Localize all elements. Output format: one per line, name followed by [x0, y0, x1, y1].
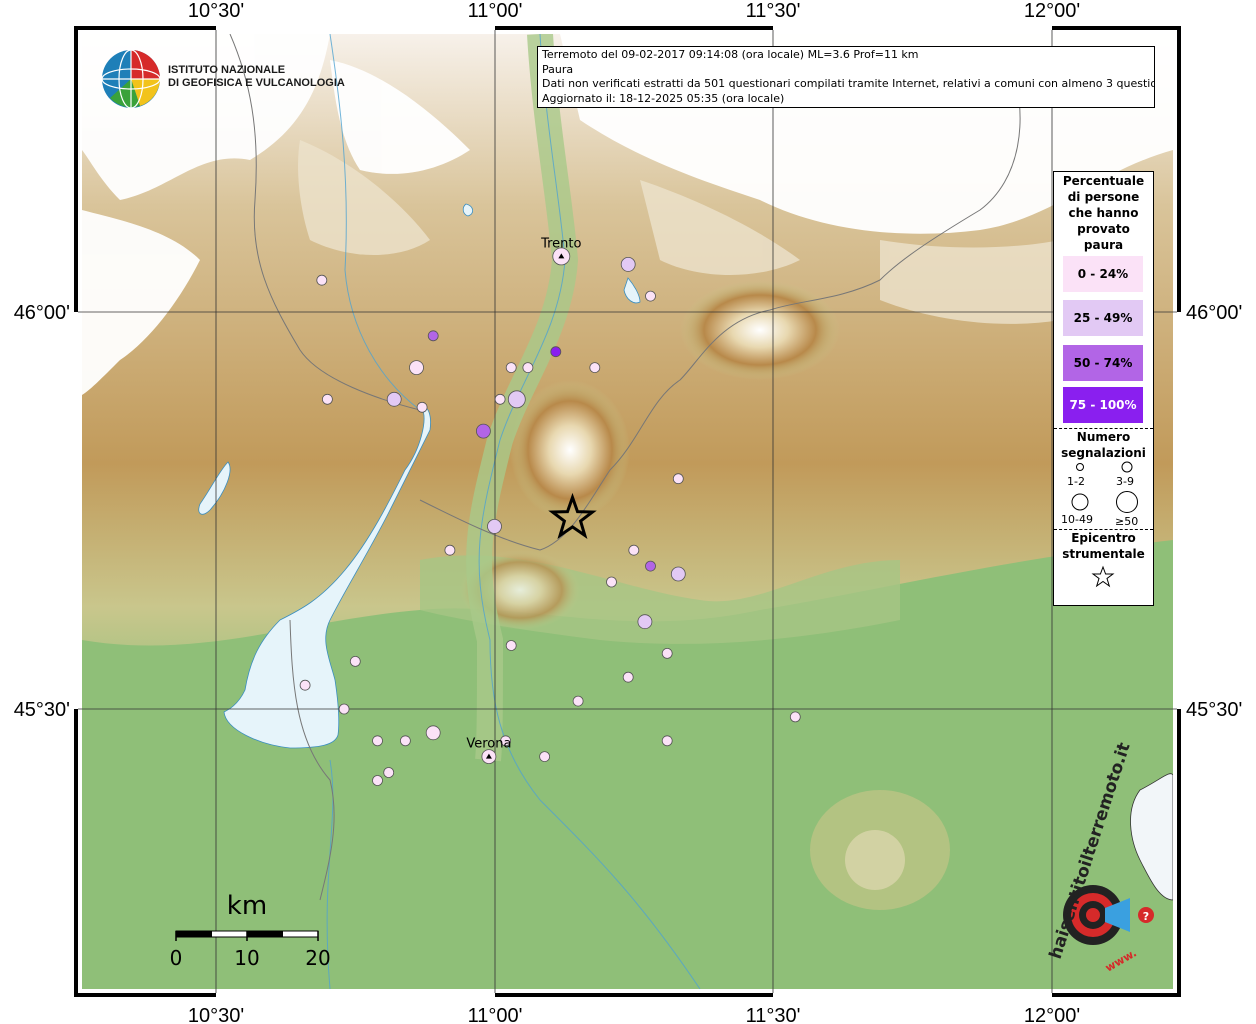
- legend-title-line: provato: [1077, 222, 1130, 236]
- municipality-point: [475, 423, 491, 439]
- legend-class-3: 75 - 100%: [1063, 387, 1143, 423]
- legend-epicenter-line: Epicentro: [1071, 531, 1136, 545]
- place-label: Verona: [466, 737, 511, 752]
- municipality-point: [444, 544, 456, 556]
- lon-label-bottom: 10°30': [188, 1005, 244, 1024]
- municipality-point: [672, 473, 684, 485]
- municipality-point: [589, 362, 601, 374]
- lon-label-top: 10°30': [188, 0, 244, 22]
- ingv-logo-text: ISTITUTO NAZIONALE DI GEOFISICA E VULCAN…: [168, 64, 345, 90]
- legend-count-title: Numero segnalazioni: [1054, 429, 1153, 461]
- municipality-point: [622, 671, 634, 683]
- municipality-point: [572, 695, 584, 707]
- legend-title-line: Percentuale: [1062, 174, 1145, 188]
- lon-label-top: 12°00': [1024, 0, 1080, 22]
- legend-epicenter-title: Epicentro strumentale: [1054, 530, 1153, 562]
- municipality-point: [507, 390, 526, 409]
- legend-title-line: che hanno: [1068, 206, 1139, 220]
- place-label: Trento: [540, 236, 581, 251]
- scale-tick: 0: [170, 946, 183, 970]
- lat-label-right: 46°00': [1186, 302, 1242, 324]
- data-note-line: Dati non verificati estratti da 501 ques…: [542, 77, 1155, 90]
- municipality-point: [299, 679, 311, 691]
- event-info-box: Terremoto del 09-02-2017 09:14:08 (ora l…: [537, 46, 1155, 108]
- event-line: Terremoto del 09-02-2017 09:14:08 (ora l…: [542, 48, 919, 61]
- scale-tick: 20: [305, 946, 330, 970]
- question-line: Paura: [542, 62, 574, 76]
- municipality-point: [383, 767, 395, 778]
- terrain-layer: [82, 34, 1173, 989]
- municipality-point: [661, 735, 673, 747]
- municipality-point: [539, 751, 550, 762]
- municipality-point: [550, 346, 562, 358]
- municipality-point: [637, 614, 653, 630]
- municipality-point: [427, 330, 439, 342]
- lat-label-left: 45°30': [14, 699, 70, 721]
- legend-epicenter-line: strumentale: [1062, 547, 1145, 561]
- legend-title-line: paura: [1083, 238, 1124, 252]
- lon-label-bottom: 11°30': [746, 1005, 801, 1024]
- municipality-point: [425, 725, 441, 741]
- lat-label-left: 46°00': [14, 302, 70, 324]
- legend-count-2: 3-9: [1116, 475, 1134, 488]
- municipality-point: [606, 576, 617, 588]
- lon-label-top: 11°30': [746, 0, 801, 22]
- municipality-point: [505, 640, 517, 651]
- legend-count-title-line: Numero: [1076, 430, 1131, 444]
- municipality-point: [620, 256, 636, 272]
- municipality-point: [645, 560, 656, 572]
- municipality-point: [789, 711, 801, 723]
- updated-line: Aggiornato il: 18-12-2025 05:35 (ora loc…: [542, 91, 785, 105]
- scale-unit: km: [227, 891, 267, 921]
- legend-title-line: di persone: [1067, 190, 1140, 204]
- ingv-line2: DI GEOFISICA E VULCANOLOGIA: [168, 77, 345, 89]
- legend-class-0: 0 - 24%: [1063, 256, 1143, 292]
- municipality-point: [628, 544, 640, 556]
- municipality-point: [399, 735, 411, 747]
- legend-class-1: 25 - 49%: [1063, 300, 1143, 336]
- municipality-point: [487, 519, 502, 534]
- municipality-point: [316, 274, 328, 286]
- municipality-point: [505, 362, 517, 374]
- legend: Percentuale di persone che hanno provato…: [1053, 171, 1154, 606]
- ingv-logo-icon: [101, 49, 161, 109]
- municipality-point: [522, 362, 534, 374]
- municipality-point: [372, 735, 383, 747]
- svg-text:?: ?: [1143, 910, 1149, 923]
- lon-label-bottom: 12°00': [1024, 1005, 1080, 1024]
- municipality-point: [349, 656, 361, 667]
- municipality-point: [321, 393, 333, 405]
- municipality-point: [372, 775, 383, 786]
- municipality-point: [494, 393, 506, 405]
- scale-tick: 10: [234, 946, 259, 970]
- municipality-point: [670, 566, 686, 582]
- lon-label-bottom: 11°00': [468, 1005, 523, 1024]
- municipality-point: [645, 290, 656, 302]
- legend-title: Percentuale di persone che hanno provato…: [1054, 173, 1153, 253]
- lon-label-top: 11°00': [468, 0, 523, 22]
- legend-count-3: 10-49: [1061, 513, 1093, 526]
- legend-count-1: 1-2: [1067, 475, 1085, 488]
- legend-count-4: ≥50: [1115, 515, 1139, 528]
- municipality-point: [386, 391, 402, 407]
- municipality-point: [416, 401, 428, 413]
- ingv-line1: ISTITUTO NAZIONALE: [168, 64, 286, 76]
- legend-class-2: 50 - 74%: [1063, 345, 1143, 381]
- legend-star-icon: [1091, 565, 1115, 588]
- municipality-point: [409, 360, 424, 376]
- municipality-point: [661, 648, 673, 659]
- lat-label-right: 45°30': [1186, 699, 1242, 721]
- municipality-point: [338, 703, 350, 715]
